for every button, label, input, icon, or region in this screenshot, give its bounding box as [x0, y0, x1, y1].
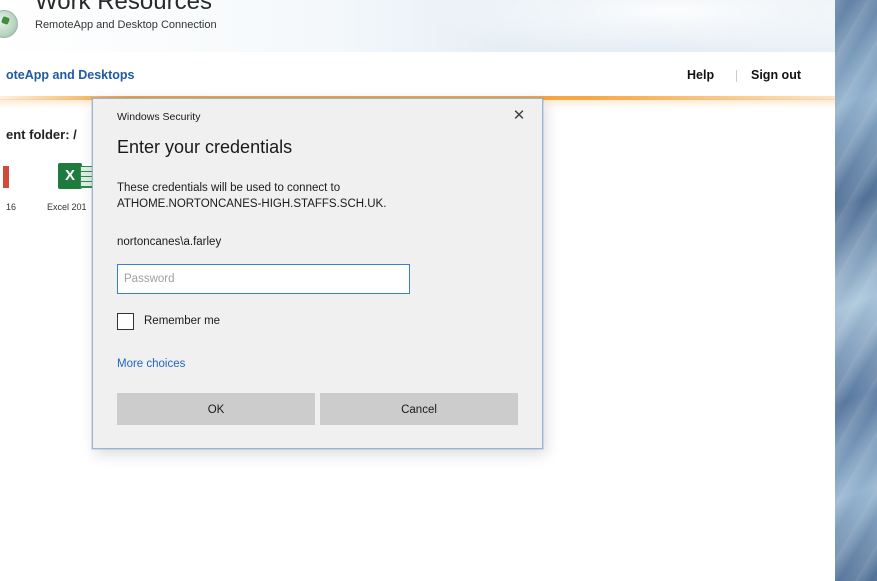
username-label: nortoncanes\a.farley [117, 236, 222, 248]
app-subtitle: RemoteApp and Desktop Connection [35, 19, 217, 31]
remember-me-checkbox[interactable] [117, 312, 134, 330]
header: Work Resources RemoteApp and Desktop Con… [0, 0, 835, 52]
nav-separator [736, 70, 737, 82]
windows-security-dialog: Windows Security ✕ Enter your credential… [92, 98, 543, 449]
dialog-caption: Windows Security [117, 111, 201, 123]
help-link[interactable]: Help [687, 68, 714, 82]
sign-out-link[interactable]: Sign out [751, 68, 801, 82]
dialog-description-line2: ATHOME.NORTONCANES-HIGH.STAFFS.SCH.UK. [117, 198, 387, 210]
desktop-wallpaper [835, 0, 877, 581]
app-item-label-excel[interactable]: Excel 201 [47, 202, 87, 212]
app-item-label[interactable]: 16 [6, 202, 16, 212]
current-folder-label: ent folder: / [6, 127, 77, 142]
excel-icon[interactable]: X [58, 163, 82, 189]
remember-me-option[interactable]: Remember me [117, 311, 220, 331]
close-icon[interactable]: ✕ [508, 106, 530, 126]
office-app-icon[interactable] [3, 166, 9, 188]
ok-button[interactable]: OK [117, 393, 315, 425]
dialog-description-line1: These credentials will be used to connec… [117, 182, 341, 194]
nav-title-remoteapp-desktops[interactable]: oteApp and Desktops [6, 68, 135, 82]
password-input[interactable] [117, 264, 410, 294]
cancel-button[interactable]: Cancel [320, 393, 518, 425]
app-title: Work Resources [35, 0, 212, 15]
more-choices-link[interactable]: More choices [117, 358, 185, 370]
dialog-heading: Enter your credentials [117, 137, 293, 157]
remember-me-label[interactable]: Remember me [144, 315, 220, 327]
header-decoration [420, 0, 835, 52]
page: Work Resources RemoteApp and Desktop Con… [0, 0, 877, 581]
nav-bar: oteApp and Desktops Help Sign out [0, 52, 835, 98]
remoteapp-logo-icon [0, 10, 18, 38]
